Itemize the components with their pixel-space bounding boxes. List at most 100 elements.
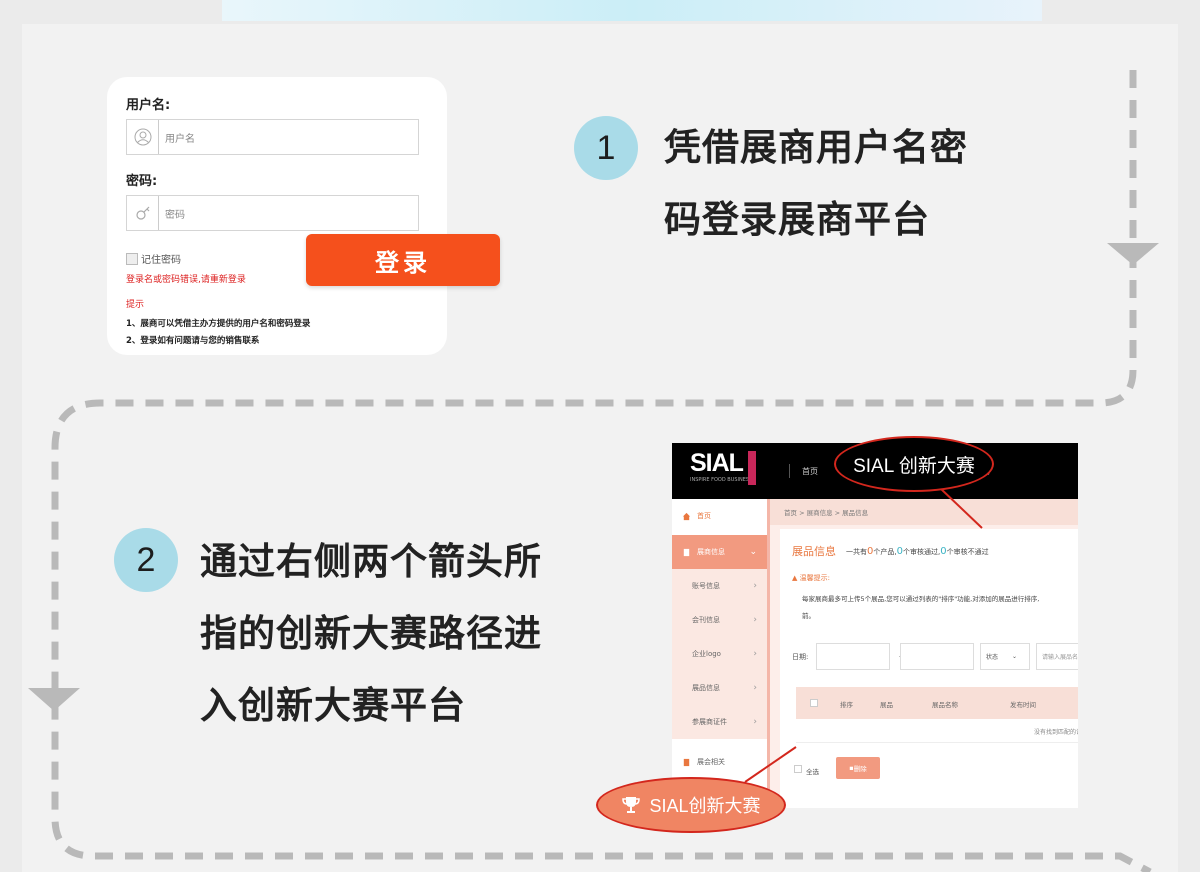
delete-button[interactable]: ▪ 删除: [836, 757, 880, 779]
logo-tag: [748, 451, 756, 485]
tip-2: 2、登录如有问题请与您的销售联系: [126, 336, 260, 346]
stats-text: 个审核通过,: [902, 548, 941, 556]
username-placeholder: 用户名: [165, 133, 195, 145]
empty-text: 没有找到匹配的记: [1033, 729, 1078, 736]
warning-line: 每家展商最多可上传5个展品,您可以通过列表的"排序"功能,对添加的展品进行排序,: [802, 595, 1040, 603]
step-2-text: 通过右侧两个箭头所 指的创新大赛路径进 入创新大赛平台: [200, 526, 542, 742]
warning-title-text: 温馨提示:: [799, 574, 830, 582]
login-card: 用户名: 用户名 密码: 密码 记住密码 登录名或密码错误,请重新登录 提示 1…: [107, 77, 447, 355]
warning-line: 前。: [802, 612, 815, 620]
search-placeholder: 请输入展品名: [1042, 654, 1078, 661]
status-select-value: 状态: [986, 654, 999, 661]
sial-logo: SIAL: [690, 449, 744, 477]
date-end-input[interactable]: [900, 643, 974, 670]
callout-top-label: SIAL 创新大赛: [853, 455, 975, 477]
sidebar-item-label: 会刊信息: [692, 616, 720, 624]
sidebar-item-label: 账号信息: [692, 582, 720, 590]
select-all-label: 全选: [806, 768, 819, 776]
sidebar-item-products[interactable]: 展品信息 ›: [672, 671, 767, 705]
step-1-text: 凭借展商用户名密 码登录展商平台: [664, 112, 968, 256]
search-input[interactable]: 请输入展品名: [1036, 643, 1078, 670]
step-1-badge: 1: [574, 116, 638, 180]
step-2-line3: 入创新大赛平台: [200, 684, 466, 727]
table-header: 排序 展品 展品名称 发布时间: [796, 687, 1078, 719]
sidebar-item-badges[interactable]: 参展商证件 ›: [672, 705, 767, 739]
top-gradient-bar: [222, 0, 1042, 21]
delete-label: 删除: [853, 765, 867, 773]
remember-checkbox[interactable]: [126, 252, 138, 265]
sidebar-item-label: 参展商证件: [692, 718, 727, 726]
warning-text: 每家展商最多可上传5个展品,您可以通过列表的"排序"功能,对添加的展品进行排序,…: [802, 591, 1078, 625]
warning-icon: ▲: [792, 574, 800, 582]
sial-logo-sub: INSPIRE FOOD BUSINESS: [690, 477, 753, 483]
content-area: 展品信息 一共有0个产品,0个审核通过,0个审核不通过 ▲ 温馨提示: 每家展商…: [780, 529, 1078, 808]
username-label: 用户名:: [126, 98, 171, 113]
nav-separator: [789, 464, 790, 478]
tip-1: 1、展商可以凭借主办方提供的用户名和密码登录: [126, 319, 311, 329]
breadcrumb: 首页 > 展商信息 > 展品信息: [770, 499, 1078, 525]
document-icon: [683, 548, 690, 556]
remember-password[interactable]: 记住密码: [126, 251, 181, 266]
password-field[interactable]: 密码: [126, 195, 419, 231]
chevron-down-icon: ⌄: [749, 547, 757, 557]
sidebar-item-label: 展会相关: [697, 758, 725, 766]
trophy-icon: [622, 797, 641, 813]
nav-home[interactable]: 首页: [802, 466, 818, 477]
date-start-input[interactable]: [816, 643, 890, 670]
callout-innovation-top: SIAL 创新大赛: [834, 436, 994, 492]
chevron-down-icon: ⌄: [1012, 653, 1018, 660]
stats-text: 个审核不通过: [946, 548, 989, 556]
chevron-right-icon: ›: [753, 717, 757, 727]
key-icon: [127, 196, 159, 230]
password-label: 密码:: [126, 174, 158, 189]
tips-title: 提示: [126, 300, 145, 310]
chevron-right-icon: ›: [753, 649, 757, 659]
status-select[interactable]: 状态 ⌄: [980, 643, 1030, 670]
page-title: 展品信息: [792, 545, 836, 558]
step-2-badge: 2: [114, 528, 178, 592]
stats-text: 个产品,: [873, 548, 897, 556]
sidebar-item-logo[interactable]: 企业logo ›: [672, 637, 767, 671]
product-stats: 一共有0个产品,0个审核通过,0个审核不通过: [846, 546, 989, 557]
select-all-checkbox[interactable]: [794, 765, 802, 773]
document-icon: [683, 758, 690, 766]
column-header[interactable]: 排序: [840, 699, 853, 709]
platform-screenshot: SIAL INSPIRE FOOD BUSINESS 首页 动 首页 展商信息 …: [672, 443, 1078, 808]
step-2-line1: 通过右侧两个箭头所: [200, 540, 542, 583]
sidebar-item-label: 企业logo: [692, 650, 721, 658]
step-1-number: 1: [596, 128, 616, 167]
sidebar-item-catalog[interactable]: 会刊信息 ›: [672, 603, 767, 637]
sidebar-item-fair[interactable]: 展会相关: [672, 745, 767, 779]
sidebar-item-label: 首页: [697, 512, 711, 520]
platform-main: 首页 > 展商信息 > 展品信息 展品信息 一共有0个产品,0个审核通过,0个审…: [770, 499, 1078, 808]
step-2-number: 2: [136, 540, 156, 579]
step-2-line2: 指的创新大赛路径进: [200, 612, 542, 655]
column-header[interactable]: 展品名称: [932, 699, 958, 709]
table-empty-row: 没有找到匹配的记: [796, 719, 1078, 743]
breadcrumb-text: 首页 > 展商信息 > 展品信息: [784, 509, 869, 517]
callout-bottom-label: SIAL创新大赛: [649, 796, 761, 816]
remember-label: 记住密码: [141, 255, 181, 266]
chevron-right-icon: ›: [753, 615, 757, 625]
sidebar-item-label: 展商信息: [697, 548, 725, 556]
sidebar-item-exhibitor-info[interactable]: 展商信息 ⌄: [672, 535, 767, 569]
sidebar-item-home[interactable]: 首页: [672, 499, 767, 533]
column-header[interactable]: 发布时间: [1010, 699, 1036, 709]
chevron-right-icon: ›: [753, 581, 757, 591]
warning-title: ▲ 温馨提示:: [792, 573, 830, 583]
platform-sidebar: 首页 展商信息 ⌄ 账号信息 › 会刊信息 › 企业logo › 展品信息 › …: [672, 499, 770, 808]
callout-innovation-bottom[interactable]: SIAL创新大赛: [596, 777, 786, 833]
password-placeholder: 密码: [165, 209, 185, 221]
login-button[interactable]: 登录: [306, 234, 500, 286]
login-error: 登录名或密码错误,请重新登录: [126, 275, 246, 285]
stats-text: 一共有: [846, 548, 867, 556]
sidebar-item-account[interactable]: 账号信息 ›: [672, 569, 767, 603]
header-checkbox[interactable]: [810, 699, 818, 707]
chevron-right-icon: ›: [753, 683, 757, 693]
step-1-line2: 码登录展商平台: [664, 198, 930, 241]
sidebar-item-label: 展品信息: [692, 684, 720, 692]
date-label: 日期:: [792, 653, 809, 661]
username-field[interactable]: 用户名: [126, 119, 419, 155]
step-1-line1: 凭借展商用户名密: [664, 126, 968, 169]
column-header[interactable]: 展品: [880, 699, 893, 709]
